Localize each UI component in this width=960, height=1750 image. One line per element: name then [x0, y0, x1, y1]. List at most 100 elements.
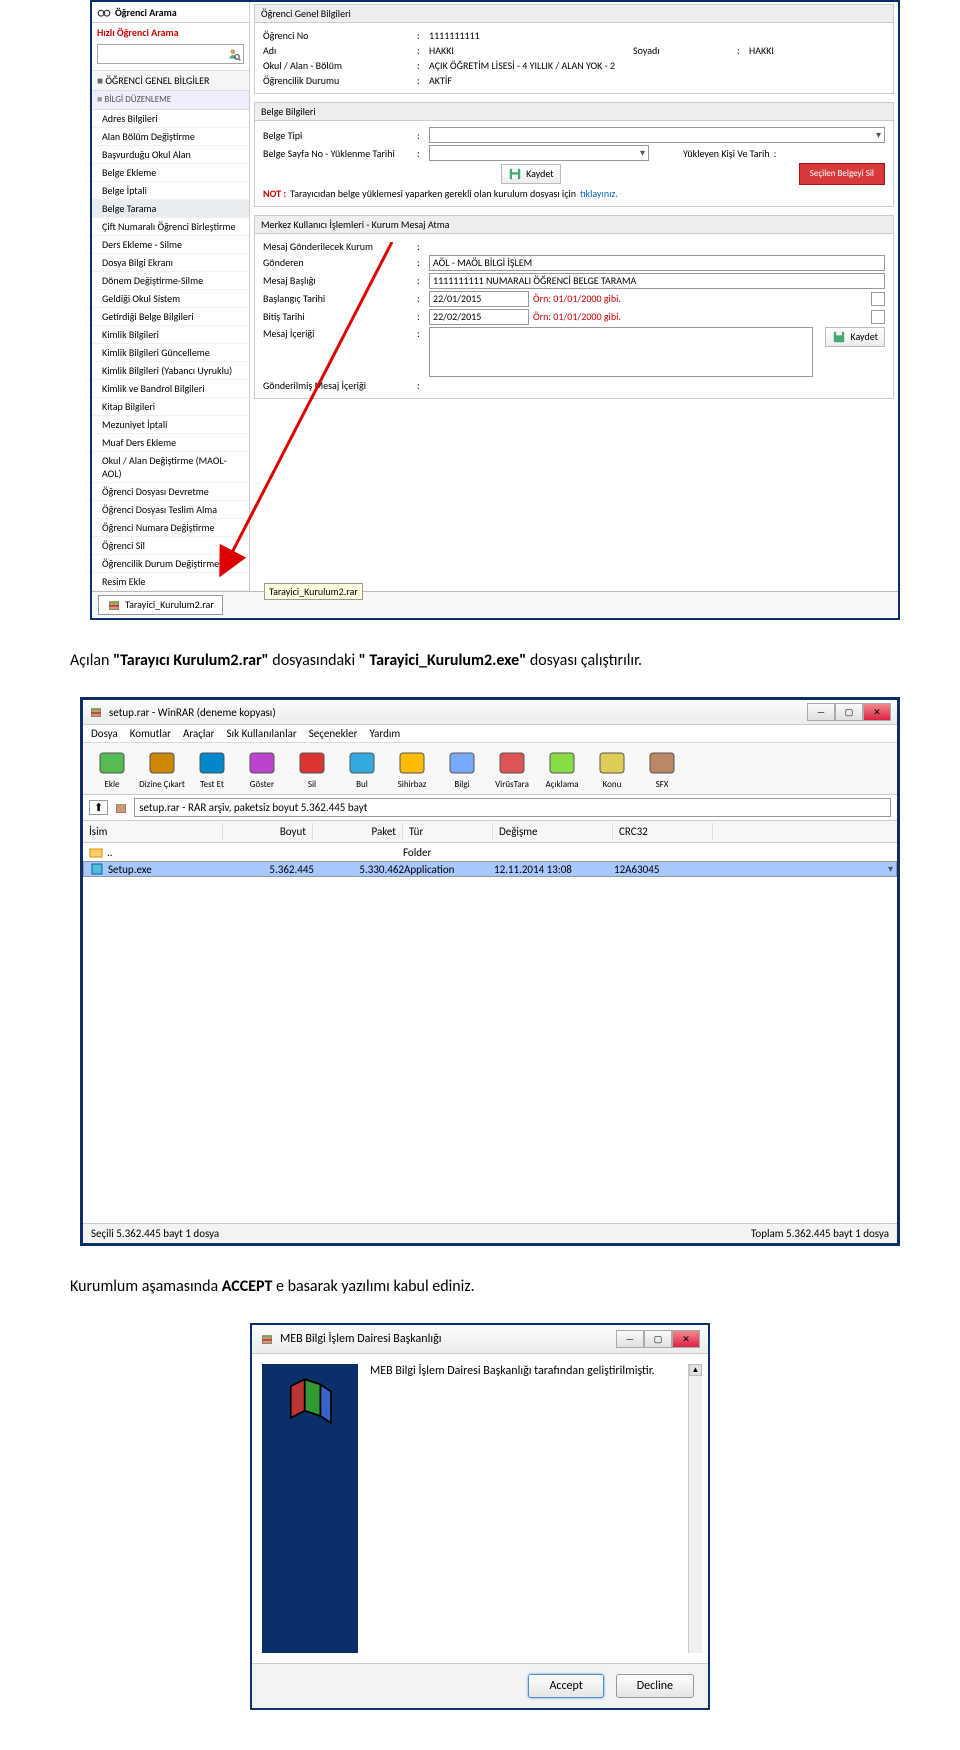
sidebar-item[interactable]: Öğrencilik Durum Değiştirme — [92, 555, 249, 573]
sidebar-item[interactable]: Kimlik ve Bandrol Bilgileri — [92, 380, 249, 398]
col-name[interactable]: İsim — [83, 823, 223, 840]
menu-item[interactable]: Araçlar — [183, 727, 215, 740]
download-link[interactable]: tıklayınız. — [580, 187, 618, 200]
end-date-input[interactable]: 22/02/2015 — [429, 309, 529, 325]
rar-icon — [114, 801, 128, 815]
start-date-input[interactable]: 22/01/2015 — [429, 291, 529, 307]
menu-item[interactable]: Sık Kullanılanlar — [227, 727, 297, 740]
sidebar-item[interactable]: Dosya Bilgi Ekranı — [92, 254, 249, 272]
binoculars-icon — [97, 5, 111, 19]
accept-button[interactable]: Accept — [528, 1674, 603, 1698]
books-icon — [282, 1374, 338, 1430]
sidebar-item[interactable]: Dönem Değiştirme-Silme — [92, 272, 249, 290]
col-crc[interactable]: CRC32 — [613, 823, 713, 840]
maximize-button[interactable]: ▢ — [835, 703, 863, 721]
toolbar-button[interactable]: Dizine Çıkart — [139, 747, 185, 790]
minimize-button[interactable]: — — [616, 1330, 644, 1348]
col-pack[interactable]: Paket — [313, 823, 403, 840]
sidebar-item[interactable]: Öğrenci Dosyası Devretme — [92, 483, 249, 501]
toolbar: EkleDizine ÇıkartTest EtGösterSilBulSihi… — [83, 743, 897, 795]
calendar-icon[interactable] — [871, 292, 885, 306]
parent-folder-row[interactable]: .. Folder — [83, 843, 897, 861]
menu-item[interactable]: Yardım — [369, 727, 400, 740]
doc-page-select[interactable] — [429, 145, 649, 161]
toolbar-button[interactable]: Sihirbaz — [389, 747, 435, 790]
toolbar-button[interactable]: Bilgi — [439, 747, 485, 790]
sidebar-item[interactable]: Çift Numaralı Öğrenci Birleştirme — [92, 218, 249, 236]
calendar-icon[interactable] — [871, 310, 885, 324]
taskbar: Tarayici_Kurulum2.rar Tarayici_Kurulum2.… — [92, 591, 898, 618]
minimize-button[interactable]: — — [807, 703, 835, 721]
decline-button[interactable]: Decline — [616, 1674, 694, 1698]
toolbar-icon — [296, 747, 328, 779]
sidebar-item[interactable]: Adres Bilgileri — [92, 110, 249, 128]
dialog-titlebar: MEB Bilgi İşlem Dairesi Başkanlığı — ▢ ✕ — [252, 1325, 708, 1354]
toolbar-button[interactable]: Ekle — [89, 747, 135, 790]
sidebar-search-label: Hızlı Öğrenci Arama — [92, 23, 249, 42]
close-button[interactable]: ✕ — [672, 1330, 700, 1348]
sidebar-item[interactable]: Öğrenci Sil — [92, 537, 249, 555]
winrar-icon — [260, 1332, 274, 1346]
sidebar-item[interactable]: Öğrenci Numara Değiştirme — [92, 519, 249, 537]
menu-item[interactable]: Seçenekler — [309, 727, 358, 740]
panel-head: Merkez Kullanıcı İşlemleri - Kurum Mesaj… — [255, 216, 893, 234]
sidebar-item[interactable]: Muaf Ders Ekleme — [92, 434, 249, 452]
sidebar-item[interactable]: Okul / Alan Değiştirme (MAOL-AOL) — [92, 452, 249, 483]
up-button[interactable]: ⬆ — [89, 800, 108, 815]
toolbar-icon — [196, 747, 228, 779]
subject-input[interactable]: 1111111111 NUMARALI ÖĞRENCİ BELGE TARAMA — [429, 273, 885, 289]
sidebar-item[interactable]: Belge Tarama — [92, 200, 249, 218]
sidebar-title: Öğrenci Arama — [92, 2, 249, 23]
doc-type-select[interactable] — [429, 127, 885, 143]
sidebar-item[interactable]: Kimlik Bilgileri (Yabancı Uyruklu) — [92, 362, 249, 380]
toolbar-button[interactable]: Sil — [289, 747, 335, 790]
sidebar-item[interactable]: Kimlik Bilgileri Güncelleme — [92, 344, 249, 362]
message-content-input[interactable] — [429, 327, 813, 377]
address-text[interactable]: setup.rar - RAR arşiv, paketsiz boyut 5.… — [134, 798, 891, 817]
toolbar-icon — [446, 747, 478, 779]
sidebar-item[interactable]: Başvurduğu Okul Alan — [92, 146, 249, 164]
body-paragraph-1: Açılan "Tarayıcı Kurulum2.rar" dosyasınd… — [70, 650, 890, 672]
file-row-setup-exe[interactable]: Setup.exe 5.362.445 5.330.462 Applicatio… — [83, 861, 897, 877]
sidebar-item[interactable]: Öğrenci Dosyası Teslim Alma — [92, 501, 249, 519]
sidebar-item[interactable]: Kimlik Bilgileri — [92, 326, 249, 344]
col-date[interactable]: Değişme — [493, 823, 613, 840]
toolbar-button[interactable]: Konu — [589, 747, 635, 790]
menu-item[interactable]: Dosya — [91, 727, 118, 740]
sender-input[interactable]: AÖL - MAÖL BİLGİ İŞLEM — [429, 255, 885, 271]
downloaded-file-tab[interactable]: Tarayici_Kurulum2.rar — [98, 595, 223, 615]
toolbar-icon — [646, 747, 678, 779]
maximize-button[interactable]: ▢ — [644, 1330, 672, 1348]
sidebar-item[interactable]: Ders Ekleme - Silme — [92, 236, 249, 254]
sidebar-item[interactable]: Alan Bölüm Değiştirme — [92, 128, 249, 146]
delete-selected-button[interactable]: Seçilen Belgeyi Sil — [799, 163, 885, 185]
toolbar-button[interactable]: Test Et — [189, 747, 235, 790]
sidebar-item[interactable]: Belge Ekleme — [92, 164, 249, 182]
menu-item[interactable]: Komutlar — [130, 727, 171, 740]
exe-icon — [90, 862, 104, 876]
search-field[interactable] — [100, 48, 227, 61]
toolbar-button[interactable]: Göster — [239, 747, 285, 790]
sidebar-item[interactable]: Getirdiği Belge Bilgileri — [92, 308, 249, 326]
folder-up-icon — [89, 845, 103, 859]
sidebar-section-general[interactable]: ■ ÖĞRENCİ GENEL BİLGİLER — [92, 70, 249, 91]
sidebar-item[interactable]: Geldiği Okul Sistem — [92, 290, 249, 308]
column-headers: İsim Boyut Paket Tür Değişme CRC32 — [83, 821, 897, 843]
save-message-button[interactable]: Kaydet — [825, 327, 885, 347]
toolbar-button[interactable]: Açıklama — [539, 747, 585, 790]
col-size[interactable]: Boyut — [223, 823, 313, 840]
sidebar-item[interactable]: Resim Ekle — [92, 573, 249, 591]
sidebar-item[interactable]: Mezuniyet İptali — [92, 416, 249, 434]
sidebar-item[interactable]: Belge İptali — [92, 182, 249, 200]
sidebar-section-edit[interactable]: ■ BİLGİ DÜZENLEME — [92, 91, 249, 110]
save-button[interactable]: Kaydet — [501, 164, 561, 184]
col-type[interactable]: Tür — [403, 823, 493, 840]
sidebar-search-input[interactable] — [97, 44, 244, 64]
toolbar-button[interactable]: VirüsTara — [489, 747, 535, 790]
toolbar-button[interactable]: Bul — [339, 747, 385, 790]
close-button[interactable]: ✕ — [863, 703, 891, 721]
toolbar-icon — [546, 747, 578, 779]
screenshot-winrar: setup.rar - WinRAR (deneme kopyası) — ▢ … — [80, 697, 900, 1246]
toolbar-button[interactable]: SFX — [639, 747, 685, 790]
sidebar-item[interactable]: Kitap Bilgileri — [92, 398, 249, 416]
